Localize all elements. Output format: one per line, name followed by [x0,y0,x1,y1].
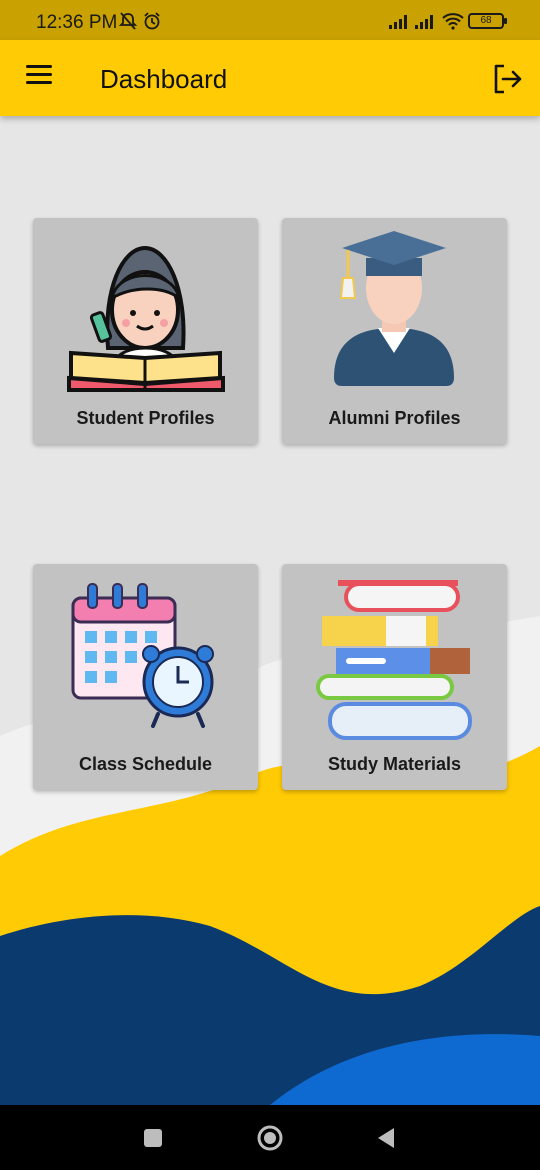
status-time: 12:36 PM [36,12,118,33]
signal-icon [415,15,434,29]
graduate-icon [334,231,454,386]
battery-icon: 68 [468,13,507,29]
card-label: Alumni Profiles [328,408,461,428]
student-profiles-card[interactable]: Student Profiles [33,218,258,444]
status-bar: 12:36 PM 68 [0,0,540,40]
card-label: Study Materials [327,754,462,774]
card-label: Student Profiles [76,408,215,428]
class-schedule-card[interactable]: Class Schedule [33,564,258,790]
alarm-icon [144,12,161,30]
notifications-off-icon [118,12,138,30]
recents-square-icon[interactable] [138,1123,168,1153]
app-bar: Dashboard [0,40,540,116]
wifi-icon [441,13,464,30]
page-title: Dashboard [100,64,228,94]
hamburger-menu-icon[interactable] [22,60,56,94]
home-circle-icon[interactable] [255,1123,285,1153]
logout-icon[interactable] [490,62,524,96]
status-icons-right: 68 [388,12,507,30]
calendar-clock-icon [71,583,214,728]
card-label: Class Schedule [78,754,213,774]
back-triangle-icon[interactable] [372,1123,402,1153]
study-materials-card[interactable]: Study Materials [282,564,507,790]
system-nav-bar [0,1105,540,1170]
alumni-profiles-card[interactable]: Alumni Profiles [282,218,507,444]
signal-icon [388,15,407,29]
student-reading-icon [67,245,225,392]
status-icons-left [118,11,162,31]
books-stack-icon [316,580,472,740]
